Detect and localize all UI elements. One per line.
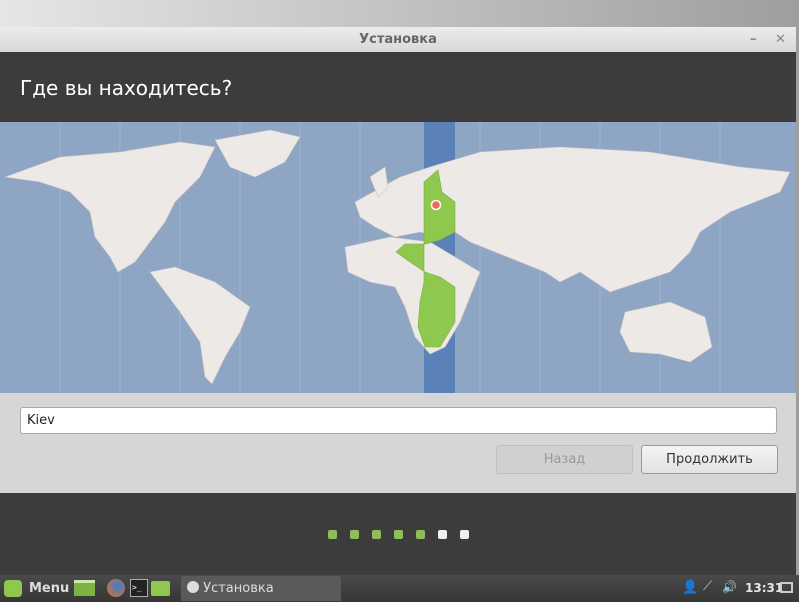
window-list-icon[interactable] [780, 582, 793, 593]
timezone-map[interactable] [0, 122, 796, 393]
location-input[interactable]: Kiev [20, 407, 777, 434]
network-icon[interactable]: ⟋ [703, 579, 712, 594]
disc-icon [187, 581, 199, 593]
progress-footer [0, 493, 796, 575]
progress-dot-done [328, 530, 337, 539]
show-desktop-icon[interactable] [74, 580, 95, 596]
minimize-button[interactable]: – [750, 27, 757, 52]
location-form: Kiev Назад Продолжить [0, 393, 796, 493]
firefox-icon[interactable] [107, 579, 125, 597]
location-pin-icon [430, 199, 442, 211]
title-bar[interactable]: Установка – ✕ [0, 27, 796, 52]
page-title: Где вы находитесь? [20, 76, 233, 100]
clock[interactable]: 13:31 [745, 581, 783, 595]
user-icon[interactable]: 👤 [682, 580, 698, 595]
terminal-icon[interactable]: >_ [130, 579, 148, 597]
close-button[interactable]: ✕ [775, 27, 786, 52]
progress-dot-pending [438, 530, 447, 539]
progress-dot-done [350, 530, 359, 539]
menu-button[interactable]: Menu [29, 581, 69, 596]
back-button[interactable]: Назад [496, 445, 633, 474]
volume-icon[interactable]: 🔊 [722, 580, 737, 594]
progress-dots [328, 530, 469, 539]
progress-dot-done [394, 530, 403, 539]
task-label: Установка [203, 581, 274, 596]
continue-button[interactable]: Продолжить [641, 445, 778, 474]
taskbar-task-installer[interactable]: Установка [181, 576, 341, 601]
progress-dot-done [372, 530, 381, 539]
progress-dot-pending [460, 530, 469, 539]
installer-window: Установка – ✕ Где вы находитесь? Kiev На… [0, 27, 796, 575]
window-title: Установка [359, 32, 437, 47]
page-header: Где вы находитесь? [0, 52, 796, 122]
progress-dot-done [416, 530, 425, 539]
files-icon[interactable] [151, 581, 170, 596]
world-map [4, 122, 791, 393]
mint-logo-icon[interactable] [4, 580, 22, 597]
taskbar: Menu >_ Установка 👤 ⟋ 🔊 13:31 [0, 575, 799, 602]
